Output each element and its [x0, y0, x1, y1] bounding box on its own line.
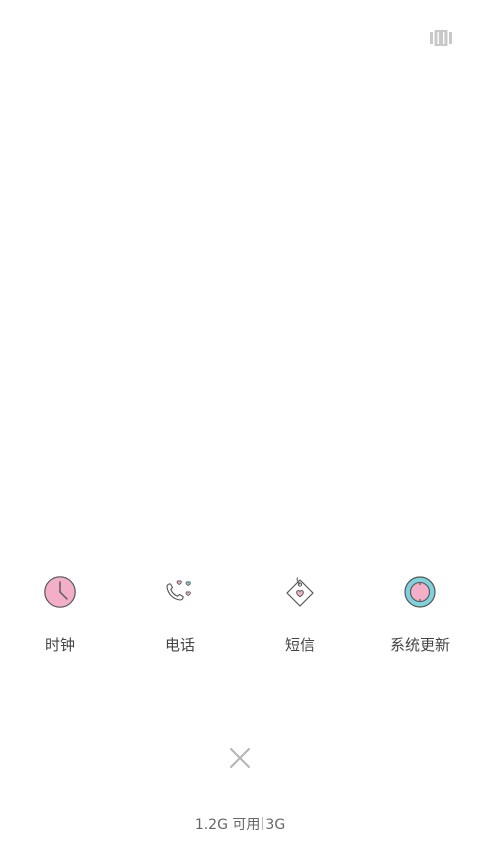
app-phone[interactable]: 电话	[120, 568, 240, 668]
close-icon	[230, 748, 250, 768]
multi-window-icon	[430, 30, 452, 46]
app-label-system-update: 系统更新	[389, 636, 450, 654]
app-label-phone: 电话	[164, 636, 195, 654]
memory-total: 3G	[265, 817, 286, 833]
view-switch-button[interactable]	[428, 28, 454, 48]
app-system-update[interactable]: 系统更新	[360, 568, 480, 668]
phone-hearts-icon	[166, 580, 191, 601]
recent-apps-row: 时钟 电话 短信 系统更新	[0, 568, 480, 668]
clock-icon	[44, 576, 76, 608]
system-update-icon	[404, 576, 436, 608]
memory-separator	[262, 817, 264, 830]
memory-available: 1.2G 可用	[194, 817, 261, 833]
recent-apps-screen: 时钟 电话 短信 系统更新 1.2G 可用 3G	[0, 0, 480, 853]
app-label-clock: 时钟	[44, 636, 75, 654]
app-messages[interactable]: 短信	[240, 568, 360, 668]
app-clock[interactable]: 时钟	[0, 568, 120, 668]
message-tag-icon	[286, 577, 314, 607]
app-label-messages: 短信	[284, 636, 315, 654]
memory-status: 1.2G 可用 3G	[0, 815, 480, 835]
clear-all-button[interactable]	[226, 744, 254, 772]
